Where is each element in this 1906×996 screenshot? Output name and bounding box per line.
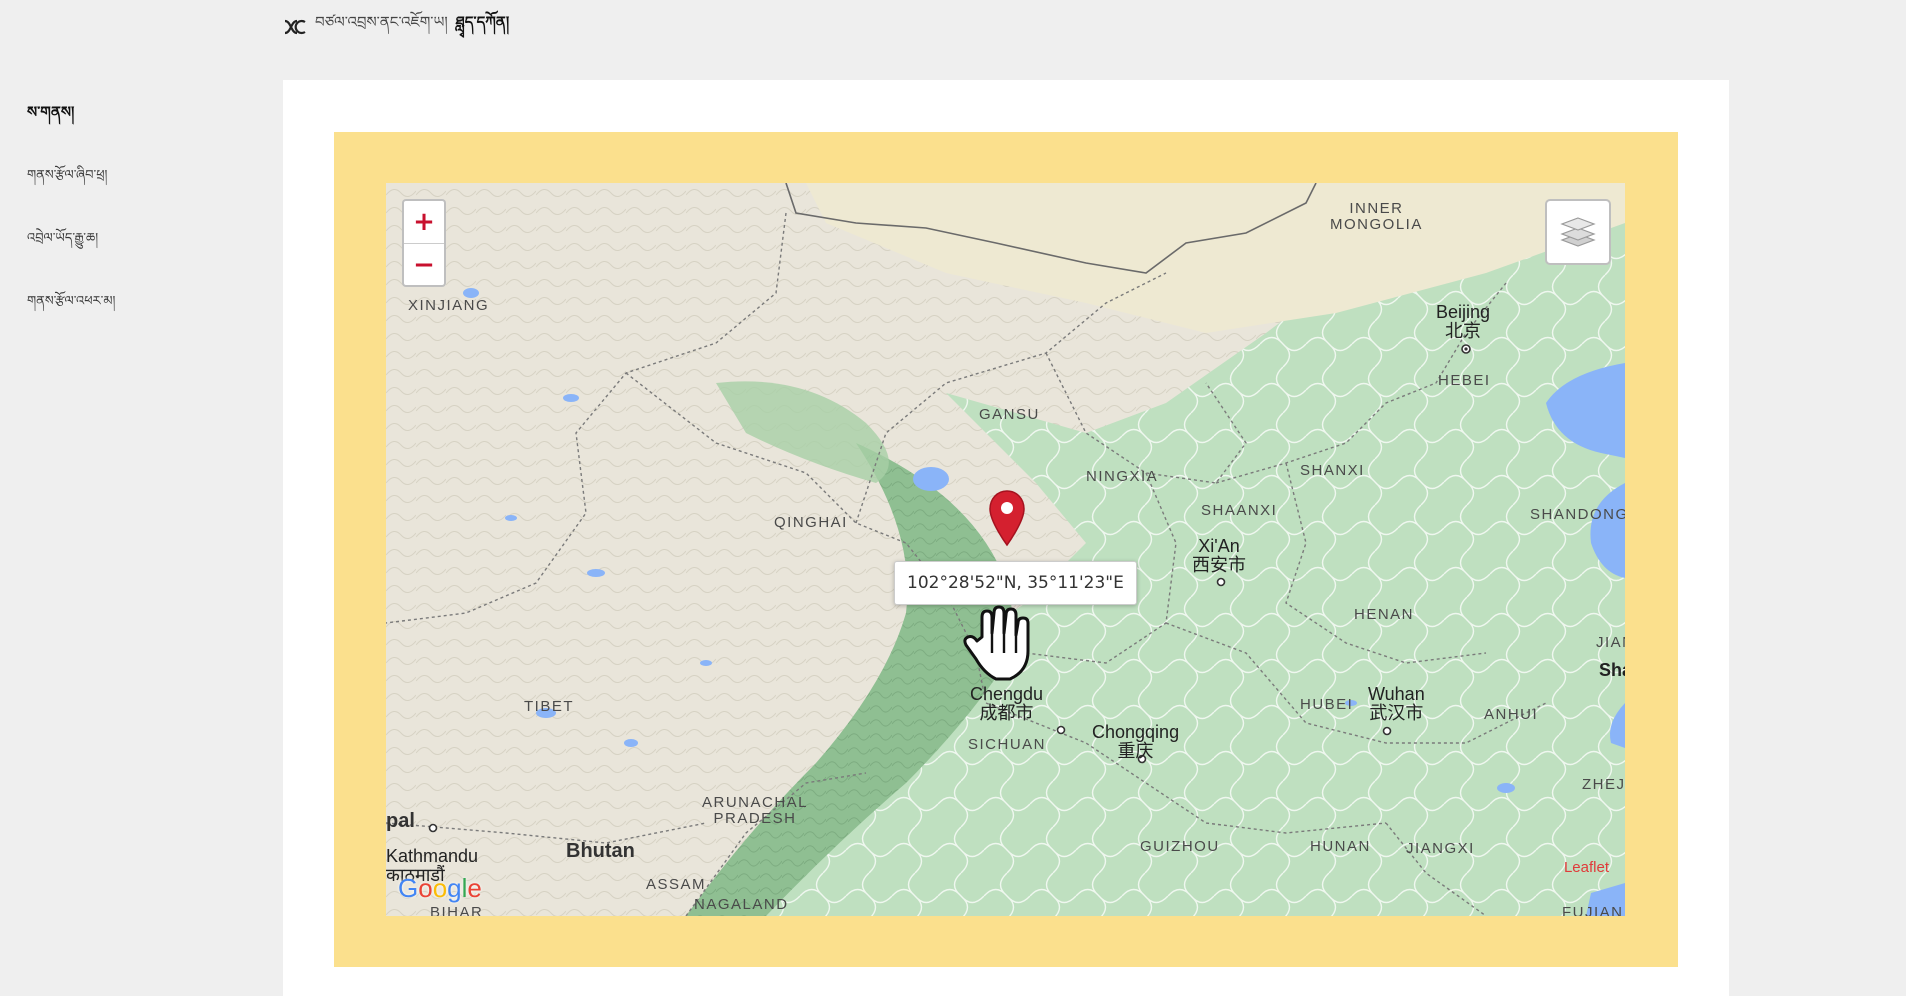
label-qinghai: QINGHAI (774, 514, 848, 531)
label-xinjiang: XINJIANG (408, 297, 490, 314)
zoom-in-button[interactable]: + (404, 201, 444, 243)
label-bhutan: Bhutan (566, 840, 635, 862)
label-xian: Xi'An 西安市 (1192, 536, 1246, 575)
label-tibet: TIBET (524, 698, 575, 715)
label-shaanxi: SHAANXI (1201, 502, 1278, 519)
grab-cursor-icon (963, 605, 1030, 681)
label-ningxia: NINGXIA (1086, 468, 1159, 485)
app-logo-icon[interactable] (283, 17, 307, 37)
label-bihar: BIHAR (430, 904, 484, 916)
breadcrumb-bar: བཙལ་འབྲས་ནང་འཇོག་ཡ། ཐླྭད་དཀོན། (283, 12, 509, 42)
label-guizhou: GUIZHOU (1140, 838, 1220, 855)
location-marker-icon[interactable] (988, 489, 1026, 547)
label-jiangxi: JIANGXI (1406, 840, 1475, 857)
label-nepal: pal (386, 810, 415, 832)
label-jiangsu: JIANGS (1596, 634, 1625, 651)
label-nagaland: NAGALAND (694, 896, 789, 913)
label-shandong: SHANDONG (1530, 506, 1625, 523)
label-fujian: FUJIAN (1562, 904, 1624, 916)
leaflet-attribution-link[interactable]: Leaflet (1564, 859, 1609, 876)
terrain-basemap (386, 183, 1625, 916)
label-beijing: Beijing 北京 (1436, 302, 1491, 341)
zoom-control: + − (402, 199, 446, 287)
label-chengdu: Chengdu 成都市 (970, 684, 1044, 723)
label-assam: ASSAM (646, 876, 707, 893)
label-arunachal-pradesh: ARUNACHAL PRADESH (702, 794, 809, 827)
content-panel: XINJIANG INNER MONGOLIA GANSU NINGXIA QI… (283, 80, 1729, 996)
sidebar-item-more[interactable]: གནས་རྩོལ་འཕར་མ། (27, 286, 227, 323)
label-shanxi: SHANXI (1300, 462, 1365, 479)
breadcrumb-current: ཐླྭད་དཀོན། (455, 13, 510, 31)
label-sichuan: SICHUAN (968, 736, 1047, 753)
label-hebei: HEBEI (1438, 372, 1491, 389)
label-hubei: HUBEI (1300, 696, 1354, 713)
google-logo: Google (398, 873, 482, 903)
sidebar-item-details[interactable]: གནས་རྩོལ་ཞིབ་ཕྲ། (27, 160, 227, 197)
label-gansu: GANSU (979, 406, 1040, 423)
label-zhejiang: ZHEJIA (1582, 776, 1625, 793)
label-chongqing: Chongqing 重庆 (1092, 722, 1180, 761)
label-anhui: ANHUI (1484, 706, 1539, 723)
breadcrumb-parent[interactable]: བཙལ་འབྲས་ནང་འཇོག་ཡ། (315, 6, 448, 48)
map-viewport[interactable]: XINJIANG INNER MONGOLIA GANSU NINGXIA QI… (386, 183, 1625, 916)
label-inner-mongolia: INNER MONGOLIA (1330, 200, 1423, 233)
zoom-out-button[interactable]: − (404, 243, 444, 285)
sidebar-title: ས་གནས། (27, 103, 75, 121)
layers-icon (1560, 217, 1596, 247)
label-hunan: HUNAN (1310, 838, 1371, 855)
layers-button[interactable] (1545, 199, 1611, 265)
sidebar: ས་གནས། གནས་རྩོལ་ཞིབ་ཕྲ། འབྲེལ་ཡོད་རྒྱུ་ཆ… (27, 96, 227, 349)
label-wuhan: Wuhan 武汉市 (1368, 684, 1425, 723)
map-frame: XINJIANG INNER MONGOLIA GANSU NINGXIA QI… (334, 132, 1678, 967)
label-henan: HENAN (1354, 606, 1415, 623)
label-shanghai-partial: Sha (1599, 660, 1625, 680)
sidebar-item-related[interactable]: འབྲེལ་ཡོད་རྒྱུ་ཆ། (27, 223, 227, 260)
